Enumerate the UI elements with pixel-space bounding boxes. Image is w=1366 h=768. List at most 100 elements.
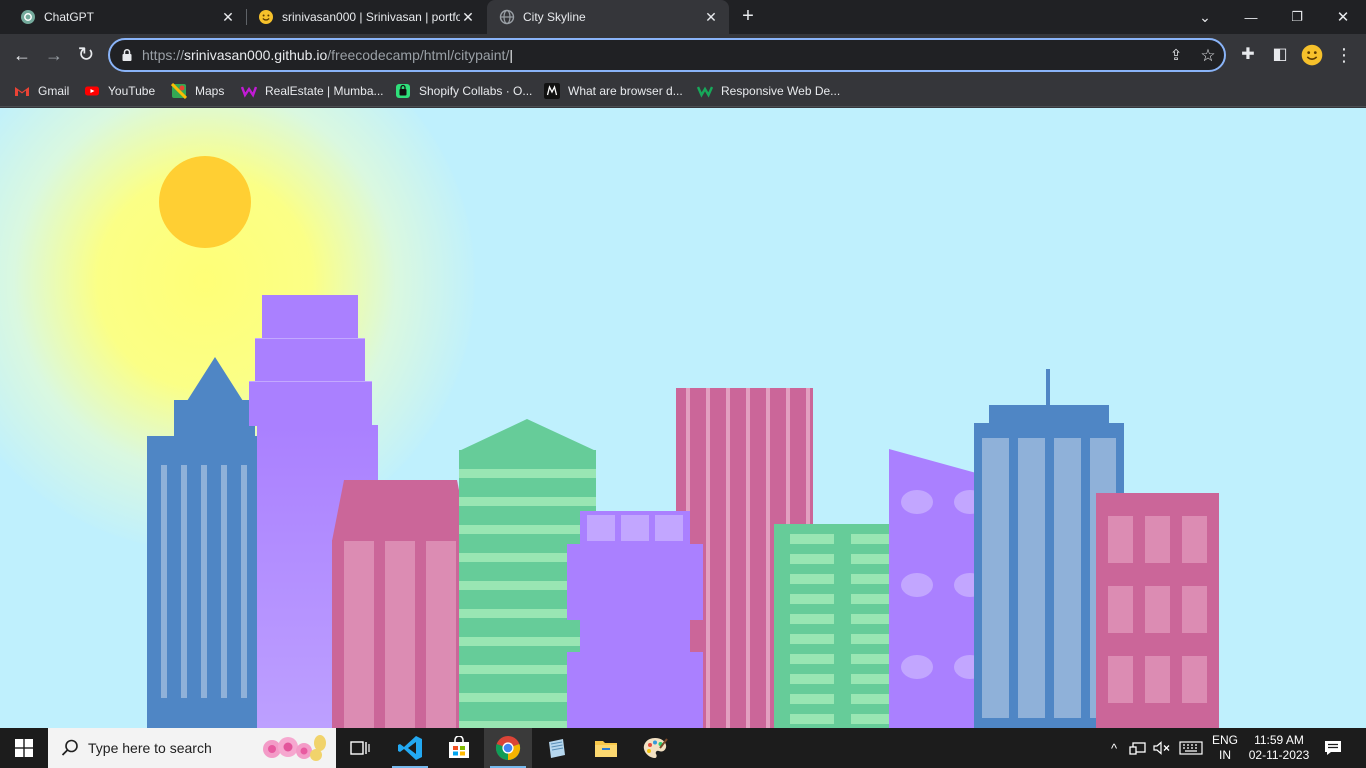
- close-window-button[interactable]: ✕: [1320, 0, 1366, 34]
- clock[interactable]: 11:59 AM 02-11-2023: [1244, 728, 1314, 768]
- bookmark-shopify[interactable]: Shopify Collabs · O...: [395, 82, 532, 100]
- taskbar-store[interactable]: [435, 728, 483, 768]
- bookmark-star-icon[interactable]: ☆: [1198, 46, 1218, 66]
- taskbar-file-explorer[interactable]: [582, 728, 630, 768]
- building-window: [901, 490, 933, 514]
- taskbar-search[interactable]: Type here to search: [48, 728, 336, 768]
- new-tab-button[interactable]: +: [738, 6, 758, 26]
- taskbar-vscode[interactable]: [386, 728, 434, 768]
- browser-toolbar: ← → ↻ https://srinivasan000.github.io/fr…: [0, 34, 1366, 76]
- building-window: [901, 573, 933, 597]
- building-crown: [174, 400, 255, 437]
- building-body: [567, 544, 703, 620]
- building-windows: [790, 534, 834, 724]
- taskbar-chrome[interactable]: [484, 728, 532, 768]
- building-window: [1182, 656, 1207, 703]
- tab-title: srinivasan000 | Srinivasan | portfolio: [282, 10, 460, 24]
- building-roof: [459, 419, 596, 451]
- bookmark-gmail[interactable]: Gmail: [14, 82, 69, 100]
- minimize-button[interactable]: —: [1228, 0, 1274, 34]
- url-path: /freecodecamp/html/citypaint/: [327, 47, 510, 63]
- building-window: [1108, 656, 1133, 703]
- extensions-icon[interactable]: ✚: [1236, 43, 1260, 67]
- notification-icon: [1325, 741, 1341, 755]
- building-window: [901, 655, 933, 679]
- address-bar[interactable]: https://srinivasan000.github.io/freecode…: [108, 38, 1226, 72]
- sun: [159, 156, 251, 248]
- notification-center[interactable]: [1318, 728, 1348, 768]
- bookmark-responsive[interactable]: Responsive Web De...: [697, 82, 840, 100]
- share-icon[interactable]: ⇪: [1166, 46, 1186, 66]
- volume-muted-icon: [1153, 741, 1170, 755]
- language-code: ENG: [1211, 733, 1238, 747]
- network-icon: [1129, 742, 1146, 755]
- bookmark-label: Maps: [195, 84, 225, 98]
- tab-portfolio[interactable]: srinivasan000 | Srinivasan | portfolio ✕: [238, 0, 486, 34]
- bookmark-maps[interactable]: Maps: [171, 82, 224, 100]
- building-windows: [344, 541, 457, 728]
- shopify-icon: [396, 84, 410, 98]
- chatgpt-icon: [21, 10, 35, 24]
- volume-icon[interactable]: [1151, 728, 1173, 768]
- building-tier: [255, 338, 365, 383]
- taskbar-paint[interactable]: [631, 728, 679, 768]
- tab-title: ChatGPT: [44, 10, 95, 24]
- bookmark-label: Responsive Web De...: [721, 84, 841, 98]
- globe-icon: [499, 9, 515, 25]
- building-window: [1145, 656, 1170, 703]
- bookmark-youtube[interactable]: YouTube: [84, 82, 155, 100]
- building-purple-blocky: [567, 511, 703, 728]
- gmail-icon: [15, 87, 29, 96]
- input-language[interactable]: ENG IN: [1209, 728, 1241, 768]
- bookmark-realestate[interactable]: RealEstate | Mumba...: [241, 82, 384, 100]
- notes-icon: [549, 739, 565, 758]
- building-tier: [262, 295, 358, 340]
- bookmark-browser[interactable]: What are browser d...: [544, 82, 683, 100]
- folder-icon: [595, 741, 617, 757]
- building-window: [1145, 586, 1170, 633]
- building-roof: [332, 480, 469, 541]
- close-tab-icon[interactable]: ✕: [220, 9, 236, 25]
- forward-button[interactable]: →: [42, 43, 66, 67]
- network-icon[interactable]: [1127, 728, 1149, 768]
- building-spire: [187, 357, 243, 401]
- task-view-icon: [350, 741, 370, 755]
- side-panel-icon[interactable]: ◧: [1268, 43, 1292, 67]
- smiley-icon: [1301, 44, 1323, 66]
- bookmark-label: YouTube: [108, 84, 156, 98]
- building-tier: [249, 381, 372, 426]
- profile-avatar[interactable]: [1300, 43, 1324, 67]
- tab-city-skyline[interactable]: City Skyline ✕: [487, 0, 729, 34]
- building-pink-grid: [1096, 493, 1219, 728]
- restore-button[interactable]: ❐: [1274, 0, 1320, 34]
- touch-keyboard-icon[interactable]: [1177, 728, 1205, 768]
- clock-time: 11:59 AM: [1254, 733, 1304, 747]
- medium-icon: [544, 83, 560, 99]
- close-tab-icon[interactable]: ✕: [703, 9, 719, 25]
- taskbar-task-view[interactable]: [336, 728, 384, 768]
- back-button[interactable]: ←: [10, 43, 34, 67]
- close-tab-icon[interactable]: ✕: [460, 9, 476, 25]
- start-button[interactable]: [0, 728, 48, 768]
- building-window: [1182, 516, 1207, 563]
- building-window: [1108, 516, 1133, 563]
- url-text[interactable]: https://srinivasan000.github.io/freecode…: [142, 47, 513, 63]
- taskbar-notes[interactable]: [533, 728, 581, 768]
- realestate-icon: [241, 86, 257, 98]
- reload-button[interactable]: ↻: [74, 43, 98, 67]
- building-window: [621, 515, 649, 541]
- search-icon: [61, 739, 78, 756]
- tab-chatgpt[interactable]: ChatGPT ✕: [0, 0, 246, 34]
- building-window: [655, 515, 683, 541]
- show-hidden-icons[interactable]: ^: [1103, 728, 1125, 768]
- tab-search-icon[interactable]: ⌄: [1182, 0, 1228, 34]
- url-host: srinivasan000.github.io: [184, 47, 328, 63]
- building-window: [587, 515, 615, 541]
- menu-icon[interactable]: ⋮: [1332, 43, 1356, 67]
- lock-icon: [122, 48, 132, 61]
- store-icon: [449, 736, 469, 758]
- bookmarks-bar: Gmail YouTube Maps RealEstate | Mumba...…: [0, 76, 1366, 107]
- building-waist: [580, 619, 690, 654]
- youtube-icon: [85, 86, 99, 96]
- vscode-icon: [398, 736, 422, 760]
